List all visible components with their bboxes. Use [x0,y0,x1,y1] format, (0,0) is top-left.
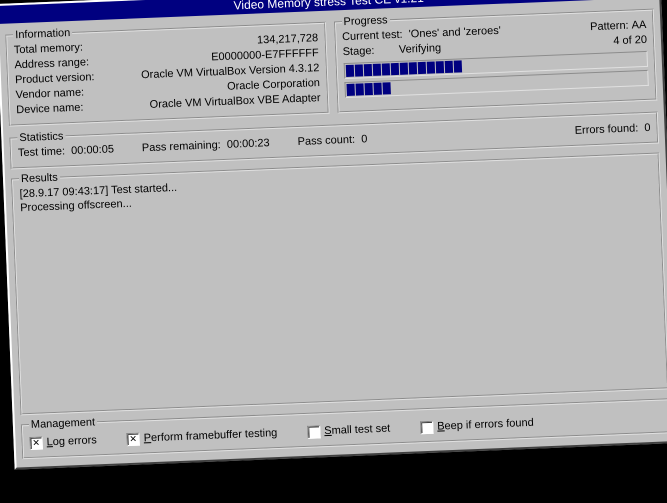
statistics-legend: Statistics [17,130,65,144]
device-name-label: Device name: [16,101,84,119]
stage-value: Verifying [399,42,442,56]
test-time-value: 00:00:05 [71,143,114,157]
pass-remaining-value: 00:00:23 [227,137,270,151]
perform-framebuffer-checkbox[interactable]: ✕ Perform framebuffer testing [126,425,277,447]
beep-errors-label: Beep if errors found [437,415,534,435]
pass-remaining-label: Pass remaining: [142,139,221,154]
progress-group: Progress Current test: 'Ones' and 'zeroe… [333,4,657,114]
checkbox-icon [420,420,434,434]
log-errors-checkbox[interactable]: ✕ Log errors [29,432,97,451]
perform-framebuffer-label: Perform framebuffer testing [143,425,277,446]
progress-legend: Progress [341,14,389,28]
results-group: Results [28.9.17 09:43:17] Test started.… [11,147,667,415]
pass-count-value: 0 [361,133,368,145]
checkbox-icon: ✕ [126,432,140,446]
errors-found-value: 0 [644,122,651,134]
pattern-value: AA [631,19,646,32]
checkbox-icon [307,425,321,439]
results-log: [28.9.17 09:43:17] Test started... Proce… [19,162,653,215]
information-legend: Information [13,27,72,41]
current-test-value: 'Ones' and 'zeroes' [408,25,501,41]
errors-found-label: Errors found: [574,122,638,137]
pass-count-label: Pass count: [297,134,355,148]
app-window: Video Memory stress Test CE v1.21 Inform… [0,0,667,470]
progress-count: 4 of 20 [613,33,647,49]
log-errors-label: Log errors [46,432,97,450]
small-test-set-label: Small test set [324,421,391,440]
results-legend: Results [19,172,60,186]
test-time-label: Test time: [18,145,66,159]
stage-label: Stage: Verifying [342,41,441,60]
small-test-set-checkbox[interactable]: Small test set [307,421,391,440]
beep-errors-checkbox[interactable]: Beep if errors found [420,415,534,436]
information-group: Information Total memory: 134,217,728 Ad… [5,17,329,127]
checkbox-icon: ✕ [29,436,43,450]
management-legend: Management [29,416,98,431]
